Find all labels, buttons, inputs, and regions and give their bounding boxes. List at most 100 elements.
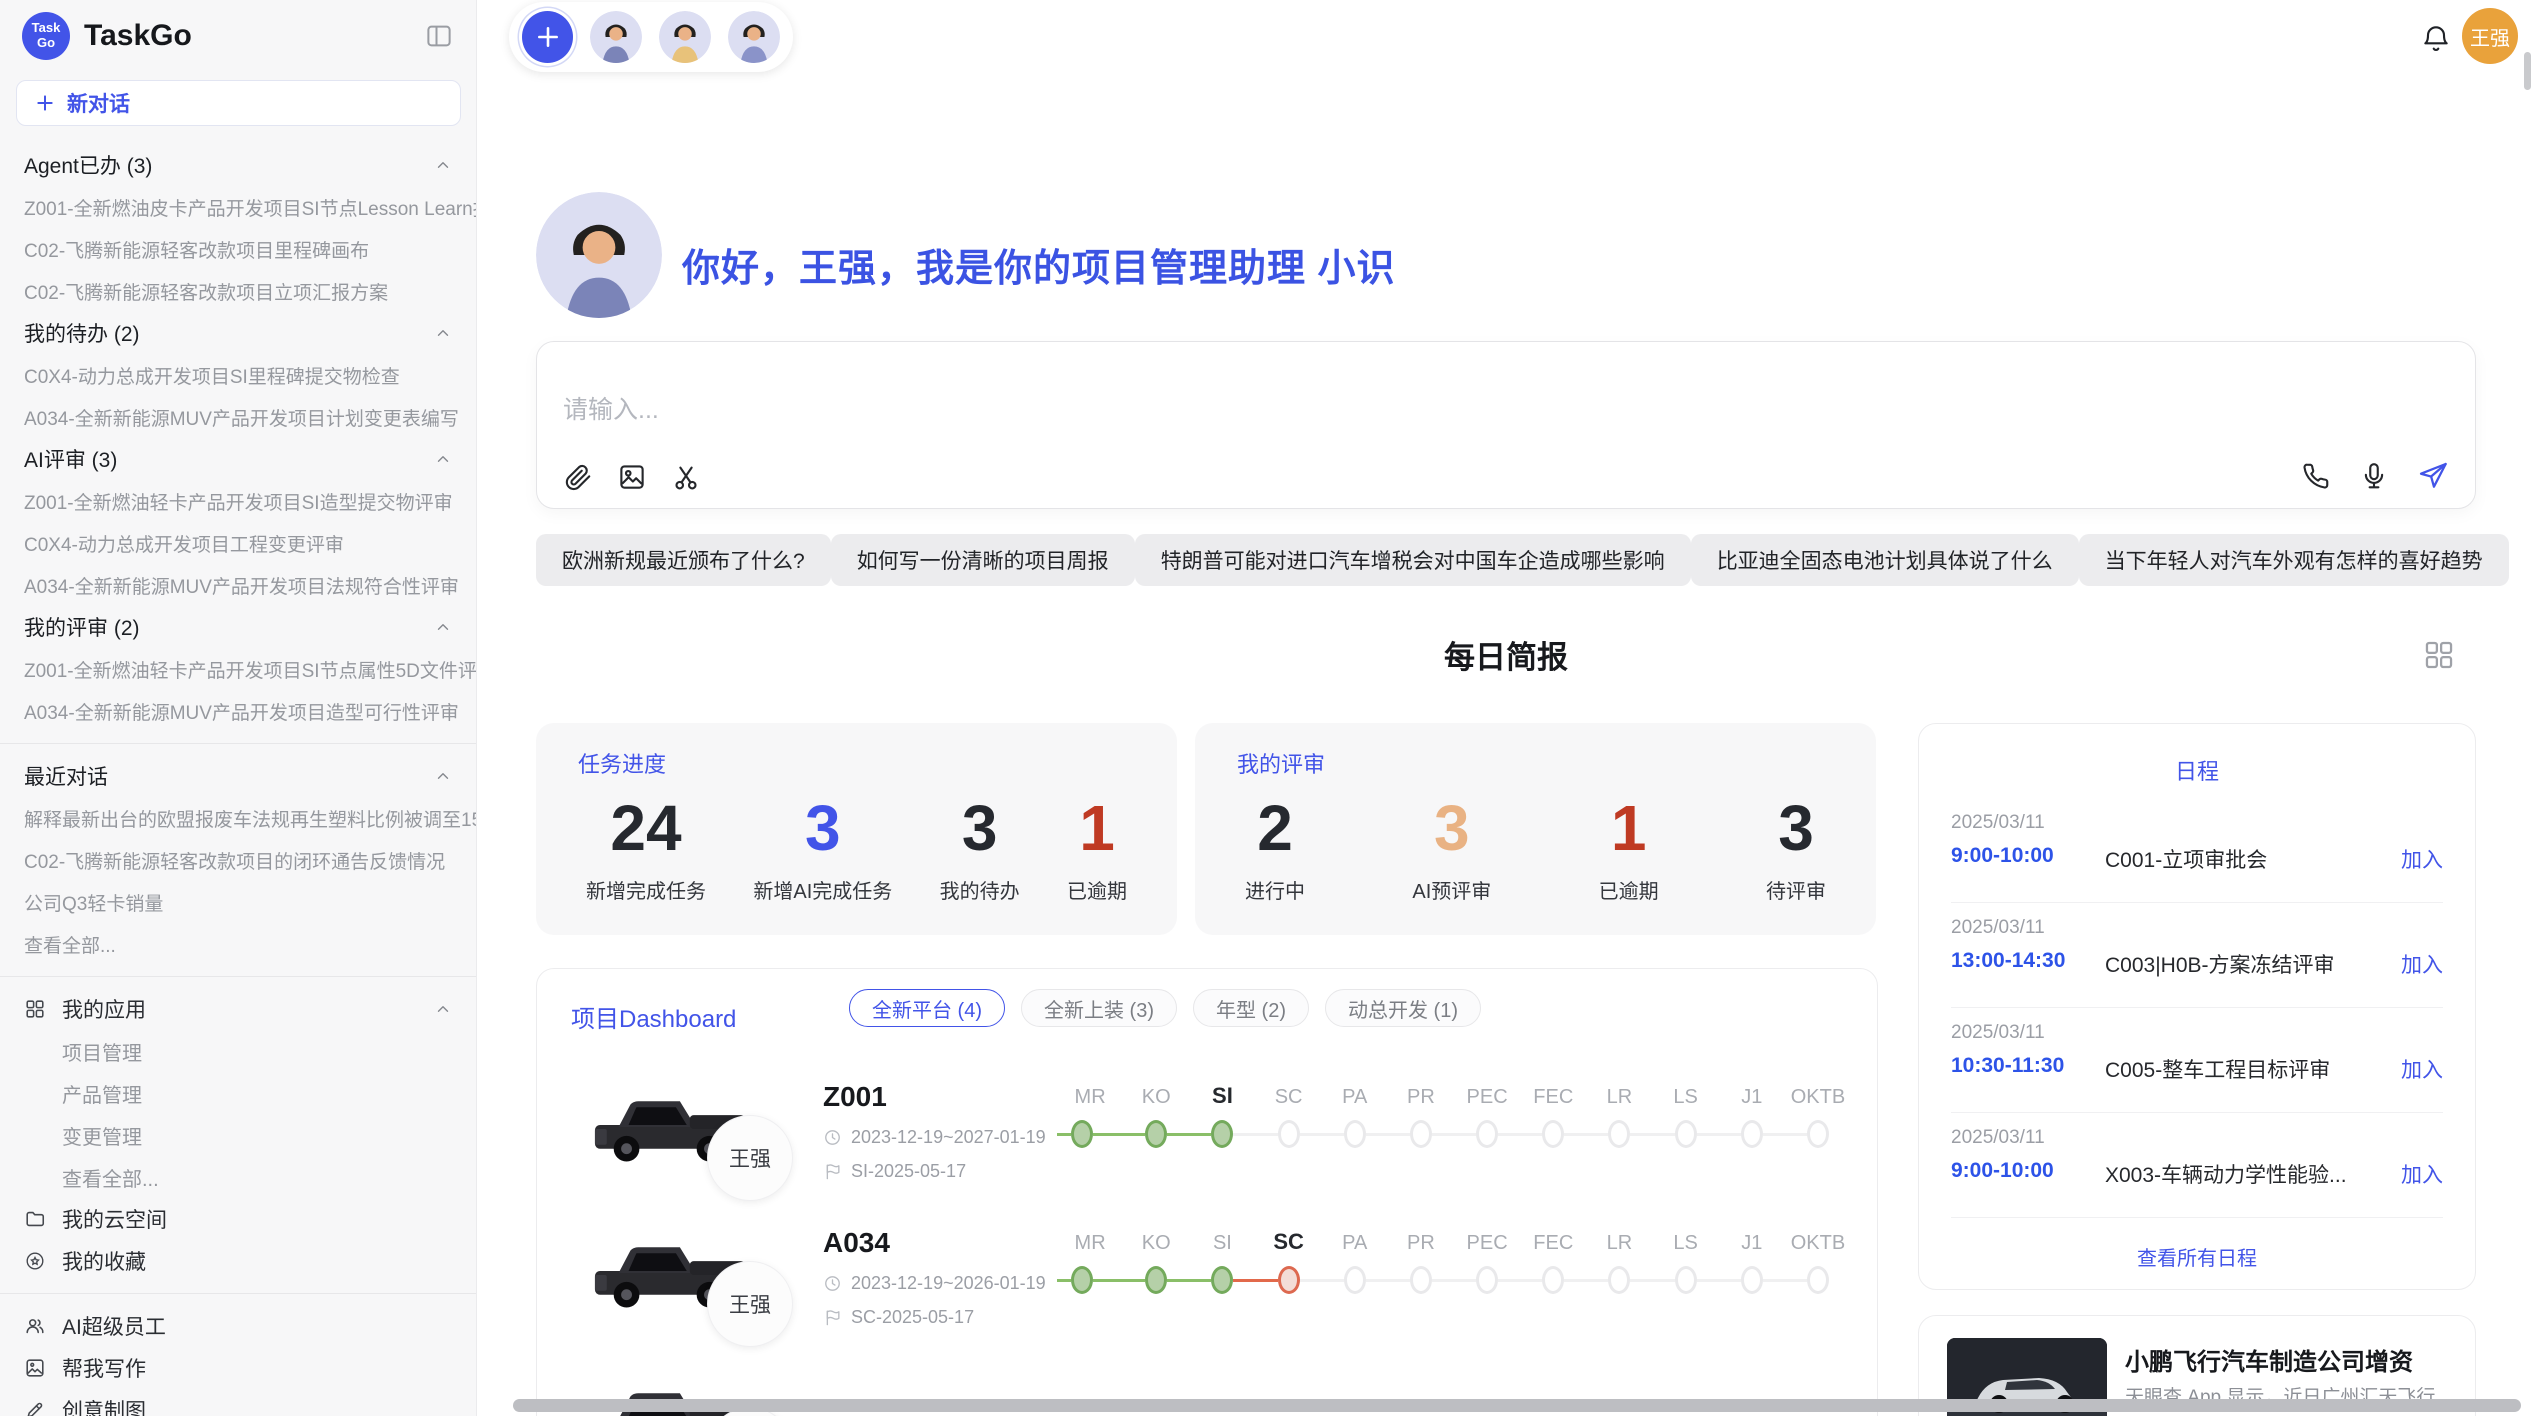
stat-value: 2 [1257,793,1293,863]
stat-block: 3我的待办 [940,793,1020,904]
creative-drawing-icon [24,1399,46,1416]
sidebar-task-item[interactable]: C0X4-动力总成开发项目工程变更评审 [0,522,476,564]
dashboard-filter-tab[interactable]: 全新上装 (3) [1021,989,1177,1027]
session-avatar[interactable] [728,11,780,63]
milestone-dotline [1520,1113,1586,1155]
vertical-scrollbar[interactable] [2524,52,2531,90]
sidebar-item-favorites[interactable]: 我的收藏 [0,1240,476,1282]
schedule-entry[interactable]: 2025/03/119:00-10:00C001-立项审批会加入 [1951,798,2443,903]
sidebar-task-item[interactable]: C02-飞腾新能源轻客改款项目立项汇报方案 [0,270,476,312]
suggestion-chip[interactable]: 特朗普可能对进口汽车增税会对中国车企造成哪些影响 [1135,534,1691,586]
sidebar-task-item[interactable]: C0X4-动力总成开发项目SI里程碑提交物检查 [0,354,476,396]
sidebar-item-cloud-space[interactable]: 我的云空间 [0,1198,476,1240]
session-avatar[interactable] [659,11,711,63]
chat-input-card[interactable]: 请输入... [536,341,2476,509]
milestone-line [1123,1133,1145,1136]
image-upload-icon[interactable] [617,462,647,492]
sidebar-app-child-item[interactable]: 查看全部... [0,1156,476,1198]
recent-chat-item[interactable]: 公司Q3轻卡销量 [0,881,476,923]
sidebar-task-item[interactable]: Z001-全新燃油皮卡产品开发项目SI节点Lesson Learn报告 [0,186,476,228]
attachment-icon[interactable] [563,462,593,492]
sidebar-app-child-item[interactable]: 项目管理 [0,1030,476,1072]
milestone: LR [1586,1219,1652,1301]
milestone-line [1697,1133,1719,1136]
sidebar-section-header[interactable]: 我的待办 (2) [0,312,476,354]
sidebar-task-item[interactable]: C02-飞腾新能源轻客改款项目里程碑画布 [0,228,476,270]
milestone-dotline [1653,1113,1719,1155]
sidebar-section-header[interactable]: AI评审 (3) [0,438,476,480]
sidebar-tool-item[interactable]: 创意制图 [0,1389,476,1416]
join-meeting-link[interactable]: 加入 [2401,1054,2443,1084]
sidebar-task-item[interactable]: A034-全新新能源MUV产品开发项目造型可行性评审 [0,690,476,732]
recent-chat-item[interactable]: 解释最新出台的欧盟报废车法规再生塑料比例被调至15%... [0,797,476,839]
sidebar-section-header[interactable]: Agent已办 (3) [0,144,476,186]
user-avatar[interactable]: 王强 [2462,8,2518,64]
suggestion-chip[interactable]: 比亚迪全固态电池计划具体说了什么 [1691,534,2079,586]
milestone-dot [1278,1266,1300,1294]
milestone-label: PR [1407,1219,1435,1255]
sidebar-collapse-icon[interactable] [424,21,454,51]
milestone-line [1498,1133,1520,1136]
session-avatar[interactable] [590,11,642,63]
milestone: MR [1057,1073,1123,1155]
join-meeting-link[interactable]: 加入 [2401,844,2443,874]
layout-grid-icon[interactable] [2422,638,2456,672]
sidebar-task-item[interactable]: Z001-全新燃油轻卡产品开发项目SI节点属性5D文件评审 [0,648,476,690]
sidebar-tool-item[interactable]: AI超级员工 [0,1305,476,1347]
milestone-line [1093,1279,1123,1282]
recent-chats-header[interactable]: 最近对话 [0,755,476,797]
milestone-line [1093,1133,1123,1136]
sidebar-section-header[interactable]: 我的评审 (2) [0,606,476,648]
sidebar-app-child-item[interactable]: 产品管理 [0,1072,476,1114]
milestone-line [1057,1133,1071,1136]
schedule-event-title: X003-车辆动力学性能验... [2105,1159,2347,1189]
greeting-text: 你好，王强，我是你的项目管理助理 小识 [682,237,1396,292]
suggestion-chip[interactable]: 当下年轻人对汽车外观有怎样的喜好趋势 [2079,534,2509,586]
milestone-line [1322,1133,1344,1136]
send-icon[interactable] [2417,460,2449,492]
milestone-line [1498,1279,1520,1282]
milestone: FEC [1520,1073,1586,1155]
new-session-button[interactable] [522,11,573,63]
milestone-dotline [1586,1259,1652,1301]
dashboard-filter-tab[interactable]: 年型 (2) [1193,989,1309,1027]
suggestion-chip[interactable]: 如何写一份清晰的项目周报 [831,534,1135,586]
sidebar-app-child-item[interactable]: 变更管理 [0,1114,476,1156]
screenshot-scissors-icon[interactable] [671,462,701,492]
view-all-schedule-link[interactable]: 查看所有日程 [1919,1242,2475,1271]
voice-call-icon[interactable] [2301,461,2331,491]
milestone-dot [1211,1266,1233,1294]
suggestion-chip[interactable]: 欧洲新规最近颁布了什么? [536,534,831,586]
new-chat-button[interactable]: 新对话 [16,80,461,126]
project-row[interactable]: 王强A0342023-12-19~2026-01-19SC-2025-05-17… [537,1215,1877,1361]
milestone: PR [1388,1073,1454,1155]
project-row[interactable]: 王强Z0012023-12-19~2027-01-19SI-2025-05-17… [537,1069,1877,1215]
sidebar-task-item[interactable]: A034-全新新能源MUV产品开发项目法规符合性评审 [0,564,476,606]
schedule-entry[interactable]: 2025/03/1110:30-11:30C005-整车工程目标评审加入 [1951,1008,2443,1113]
chevron-up-icon [434,618,452,636]
new-chat-label: 新对话 [67,88,130,118]
notifications-bell-icon[interactable] [2420,22,2452,54]
sidebar-task-item[interactable]: A034-全新新能源MUV产品开发项目计划变更表编写 [0,396,476,438]
join-meeting-link[interactable]: 加入 [2401,1159,2443,1189]
join-meeting-link[interactable]: 加入 [2401,949,2443,979]
sidebar-tool-item[interactable]: 帮我写作 [0,1347,476,1389]
horizontal-scrollbar[interactable] [513,1399,2521,1412]
sidebar-item-my-apps[interactable]: 我的应用 [0,988,476,1030]
milestone: PEC [1454,1219,1520,1301]
session-switcher [509,2,793,72]
dashboard-filter-tab[interactable]: 动总开发 (1) [1325,989,1481,1027]
recent-chat-item[interactable]: C02-飞腾新能源轻客改款项目的闭环通告反馈情况 [0,839,476,881]
milestone-line [1630,1279,1652,1282]
milestone-dot [1071,1266,1093,1294]
sidebar-task-item[interactable]: Z001-全新燃油轻卡产品开发项目SI造型提交物评审 [0,480,476,522]
milestone-label: SI [1213,1219,1232,1255]
microphone-icon[interactable] [2359,461,2389,491]
schedule-entry[interactable]: 2025/03/119:00-10:00X003-车辆动力学性能验...加入 [1951,1113,2443,1218]
schedule-entry[interactable]: 2025/03/1113:00-14:30C003|H0B-方案冻结评审加入 [1951,903,2443,1008]
dashboard-filter-tab[interactable]: 全新平台 (4) [849,989,1005,1027]
milestone-dot [1410,1266,1432,1294]
sidebar-divider [0,1293,476,1294]
stat-block: 3新增AI完成任务 [753,793,892,904]
recent-chat-item[interactable]: 查看全部... [0,923,476,965]
